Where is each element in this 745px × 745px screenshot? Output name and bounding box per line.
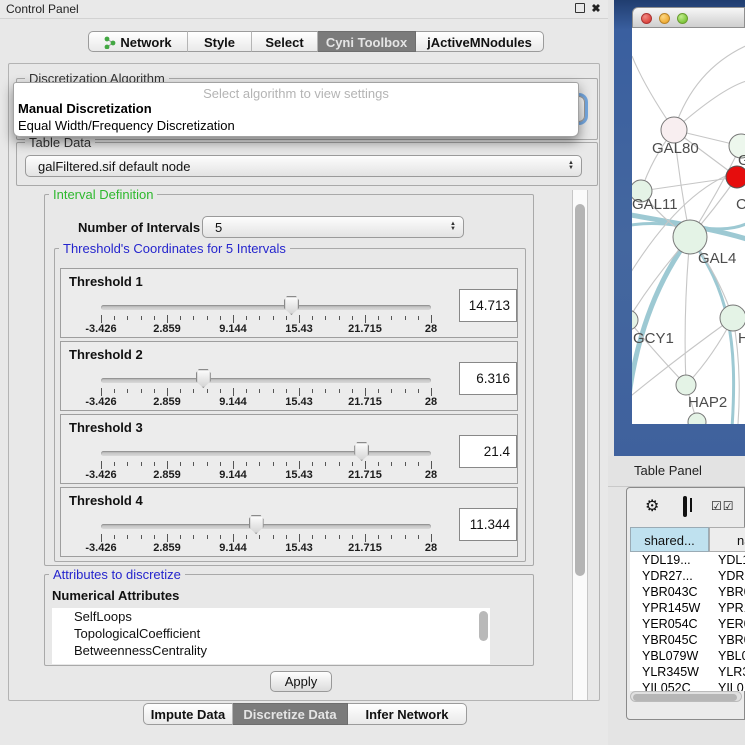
- node-gcy1[interactable]: [632, 310, 638, 330]
- table-data-combobox[interactable]: galFiltered.sif default node ▲▼: [25, 155, 582, 177]
- algorithm-popup: Select algorithm to view settings Manual…: [13, 82, 579, 137]
- threshold-4-slider-track[interactable]: [101, 524, 431, 529]
- table-rows: YDL19...YDL1 YDR27...YDR2 YBR043CYBR0 YP…: [630, 552, 745, 691]
- node-label-h-partial: H: [738, 330, 745, 347]
- column-header-shared[interactable]: shared...: [630, 527, 709, 552]
- table-row[interactable]: YBR045CYBR0: [630, 632, 745, 648]
- node-selected-red[interactable]: [726, 166, 745, 188]
- apply-button[interactable]: Apply: [270, 671, 332, 692]
- control-panel-titlebar: Control Panel ✖: [0, 0, 608, 19]
- number-of-intervals-label: Number of Intervals: [78, 220, 200, 235]
- threshold-2-value-field[interactable]: [459, 362, 517, 395]
- node-hap2[interactable]: [676, 375, 696, 395]
- threshold-coordinates-title: Threshold's Coordinates for 5 Intervals: [59, 241, 290, 256]
- threshold-4-panel: Threshold 4 -3.4262.8599.14415.4321.7152…: [60, 487, 518, 557]
- table-panel-title: Table Panel: [634, 463, 702, 478]
- threshold-3-value-field[interactable]: [459, 435, 517, 468]
- control-panel: Control Panel ✖ Network Style Select Cyn…: [0, 0, 608, 745]
- panel-title: Control Panel: [6, 2, 79, 16]
- main-scrollbar-thumb[interactable]: [575, 204, 585, 576]
- node-gal4[interactable]: [673, 220, 707, 254]
- list-item[interactable]: TopologicalCoefficient: [52, 625, 490, 642]
- threshold-1-slider-track[interactable]: [101, 305, 431, 310]
- table-panel-header: Table Panel: [608, 456, 745, 487]
- threshold-3-panel: Threshold 3 -3.4262.8599.14415.4321.7152…: [60, 414, 518, 484]
- threshold-2-slider-track[interactable]: [101, 378, 431, 383]
- threshold-3-handle[interactable]: [354, 442, 369, 461]
- threshold-1-panel: Threshold 1 -3.4262.8599.14415.4321.7152…: [60, 268, 518, 338]
- select-columns-icon[interactable]: ☑☑: [711, 499, 735, 513]
- tab-style[interactable]: Style: [188, 31, 252, 52]
- table-row[interactable]: YDL19...YDL1: [630, 552, 745, 568]
- table-row[interactable]: YIL052CYIL0: [630, 680, 745, 691]
- threshold-2-panel: Threshold 2 -3.4262.8599.14415.4321.7152…: [60, 341, 518, 411]
- numerical-attributes-label: Numerical Attributes: [52, 588, 179, 603]
- close-window-icon[interactable]: [641, 13, 652, 24]
- node-label-g-partial: G.: [738, 152, 745, 169]
- table-data-title: Table Data: [25, 135, 95, 150]
- threshold-4-handle[interactable]: [249, 515, 264, 534]
- threshold-1-value-field[interactable]: [459, 289, 517, 322]
- main-scrollbar[interactable]: [572, 190, 588, 700]
- threshold-2-handle[interactable]: [196, 369, 211, 388]
- algorithm-option-equal-width[interactable]: Equal Width/Frequency Discretization: [17, 118, 235, 133]
- node-label-gal11: GAL11: [632, 196, 678, 213]
- tab-cyni-toolbox[interactable]: Cyni Toolbox: [318, 31, 416, 52]
- list-item[interactable]: SelfLoops: [52, 608, 490, 625]
- table-header-row: shared... na: [630, 527, 745, 552]
- tab-discretize-data[interactable]: Discretize Data: [233, 703, 348, 725]
- column-layout-icon[interactable]: [683, 496, 687, 517]
- node-label-gcy1: GCY1: [633, 330, 674, 347]
- attributes-title: Attributes to discretize: [49, 567, 185, 582]
- node-h-partial[interactable]: [720, 305, 745, 331]
- network-icon: [104, 36, 116, 49]
- numerical-attributes-list: SelfLoops TopologicalCoefficient Between…: [52, 608, 490, 664]
- table-row[interactable]: YBR043CYBR0: [630, 584, 745, 600]
- tab-infer-network[interactable]: Infer Network: [348, 703, 467, 725]
- table-row[interactable]: YPR145WYPR1: [630, 600, 745, 616]
- algorithm-popup-prompt: Select algorithm to view settings: [14, 86, 578, 101]
- threshold-4-value-field[interactable]: [459, 508, 517, 541]
- interval-definition-title: Interval Definition: [49, 187, 157, 202]
- zoom-window-icon[interactable]: [677, 13, 688, 24]
- threshold-1-handle[interactable]: [284, 296, 299, 315]
- gear-icon[interactable]: ⚙: [645, 496, 659, 516]
- network-window-titlebar[interactable]: [632, 7, 745, 28]
- threshold-3-slider-track[interactable]: [101, 451, 431, 456]
- table-row[interactable]: YDR27...YDR2: [630, 568, 745, 584]
- stepper-arrows-icon: ▲▼: [568, 161, 574, 171]
- tab-select[interactable]: Select: [252, 31, 318, 52]
- table-horizontal-scrollbar[interactable]: [630, 691, 742, 702]
- tab-network[interactable]: Network: [88, 31, 188, 52]
- tab-impute-data[interactable]: Impute Data: [143, 703, 233, 725]
- number-of-intervals-combobox[interactable]: 5 ▲▼: [202, 216, 464, 238]
- minimize-window-icon[interactable]: [659, 13, 670, 24]
- list-scrollbar-thumb[interactable]: [479, 611, 488, 641]
- table-row[interactable]: YLR345WYLR3: [630, 664, 745, 680]
- float-panel-icon[interactable]: [574, 3, 586, 15]
- close-panel-icon[interactable]: ✖: [590, 3, 602, 15]
- node-partial-bottom[interactable]: [688, 413, 706, 424]
- column-header-name[interactable]: na: [709, 527, 745, 552]
- node-label-gal4: GAL4: [698, 250, 736, 267]
- stepper-arrows-icon: ▲▼: [450, 222, 456, 232]
- node-label-gal80: GAL80: [652, 140, 699, 157]
- node-label-hap2: HAP2: [688, 394, 727, 411]
- tab-jactivemnodules[interactable]: jActiveMNodules: [416, 31, 544, 52]
- table-hscrollbar-thumb[interactable]: [633, 694, 737, 701]
- network-graph: [632, 28, 745, 424]
- table-row[interactable]: YBL079WYBL0: [630, 648, 745, 664]
- algorithm-option-manual[interactable]: Manual Discretization: [17, 101, 152, 116]
- list-item[interactable]: BetweennessCentrality: [52, 642, 490, 659]
- node-label-c-partial: C: [736, 196, 745, 213]
- network-canvas[interactable]: GAL80 G. GAL11 C GAL4 GCY1 H HAP2: [632, 28, 745, 424]
- table-row[interactable]: YER054CYER0: [630, 616, 745, 632]
